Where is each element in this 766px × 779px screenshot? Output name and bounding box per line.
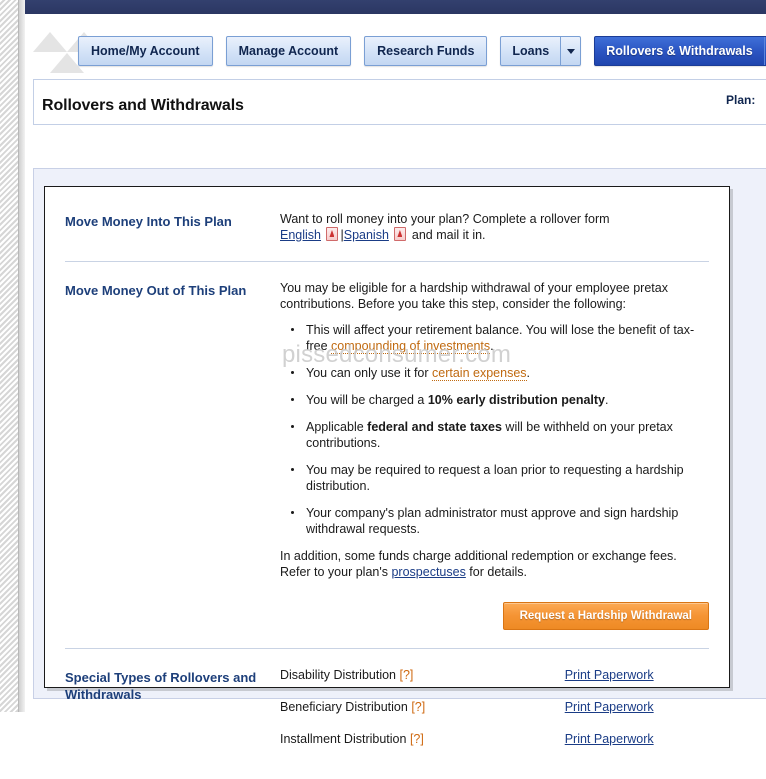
nav-tab-label: Loans (512, 44, 550, 58)
print-paperwork-link[interactable]: Print Paperwork (565, 668, 654, 682)
pdf-icon (326, 227, 339, 241)
page-title: Rollovers and Withdrawals (42, 97, 244, 114)
nav-tab-label: Rollovers & Withdrawals (606, 44, 753, 58)
app-screen: Home/My Account Manage Account Research … (0, 0, 766, 746)
section-heading-move-in: Move Money Into This Plan (65, 214, 232, 229)
section-body-move-out: You may be eligible for a hardship withd… (280, 280, 709, 580)
list-item: Applicable federal and state taxes will … (291, 419, 709, 451)
bullet-text-pre: Applicable (306, 420, 368, 434)
english-rollover-form-link[interactable]: English (280, 228, 321, 242)
hardship-considerations-list: This will affect your retirement balance… (280, 322, 709, 537)
list-item: You may be required to request a loan pr… (291, 462, 709, 494)
chevron-down-icon[interactable] (560, 37, 580, 65)
bullet-text-post: . (490, 339, 494, 353)
table-row: Beneficiary Distribution [?] Print Paper… (280, 699, 709, 731)
bullet-text-bold: 10% early distribution penalty (427, 393, 605, 407)
nav-tab-manage-account[interactable]: Manage Account (225, 36, 352, 66)
bullet-text-post: . (605, 393, 609, 407)
site-top-bar (25, 0, 766, 14)
list-item: You will be charged a 10% early distribu… (291, 392, 709, 408)
pdf-icon (394, 227, 407, 241)
section-move-money-out: Move Money Out of This Plan You may be e… (45, 262, 729, 588)
section-heading-special-types: Special Types of Rollovers and Withdrawa… (65, 670, 257, 702)
help-icon[interactable]: [?] (400, 668, 414, 682)
afternote-post: for details. (465, 565, 527, 579)
bullet-text-post: . (526, 366, 531, 380)
print-paperwork-cell: Print Paperwork (469, 731, 709, 763)
table-row: Installment Distribution [?] Print Paper… (280, 731, 709, 763)
certain-expenses-link[interactable]: certain expenses (432, 366, 527, 381)
cta-row: Request a Hardship Withdrawal (45, 588, 729, 630)
distribution-name-cell: Disability Distribution [?] (280, 667, 469, 699)
content-panel: Move Money Into This Plan Want to roll m… (44, 186, 730, 746)
section-body-move-in: Want to roll money into your plan? Compl… (280, 211, 709, 243)
list-item: You can only use it for certain expenses… (291, 365, 709, 381)
move-in-links: English |Spanish and mail it in. (280, 227, 709, 243)
distribution-name-cell: Installment Distribution [?] (280, 731, 469, 763)
special-types-table: Disability Distribution [?] Print Paperw… (280, 667, 709, 763)
chevron-up-icon (33, 32, 67, 52)
request-hardship-withdrawal-button[interactable]: Request a Hardship Withdrawal (502, 602, 709, 630)
bullet-text-pre: You will be charged a (306, 393, 428, 407)
nav-tab-home-my-account[interactable]: Home/My Account (78, 36, 213, 66)
nav-tab-loans[interactable]: Loans (500, 36, 582, 66)
table-row: Disability Distribution [?] Print Paperw… (280, 667, 709, 699)
additional-fees-note: In addition, some funds charge additiona… (280, 548, 709, 580)
section-heading-move-out: Move Money Out of This Plan (65, 283, 247, 298)
list-item: Your company's plan administrator must a… (291, 505, 709, 537)
prospectuses-link[interactable]: prospectuses (391, 565, 465, 579)
help-icon[interactable]: [?] (410, 732, 424, 746)
print-paperwork-link[interactable]: Print Paperwork (565, 732, 654, 746)
bullet-text-pre: You may be required to request a loan pr… (306, 463, 684, 493)
nav-tab-label: Manage Account (238, 44, 339, 58)
print-paperwork-cell: Print Paperwork (469, 667, 709, 699)
nav-tab-label: Research Funds (377, 44, 475, 58)
bullet-text-pre: You can only use it for (306, 366, 433, 380)
nav-tab-rollovers-withdrawals[interactable]: Rollovers & Withdrawals (594, 36, 766, 66)
section-special-types: Special Types of Rollovers and Withdrawa… (45, 649, 729, 779)
list-item: This will affect your retirement balance… (291, 322, 709, 354)
move-in-intro: Want to roll money into your plan? Compl… (280, 212, 610, 226)
spanish-rollover-form-link[interactable]: Spanish (344, 228, 389, 242)
move-in-tail: and mail it in. (408, 228, 486, 242)
distribution-name-cell: Beneficiary Distribution [?] (280, 699, 469, 731)
bullet-text-pre: Your company's plan administrator must a… (306, 506, 679, 536)
distribution-name: Disability Distribution (280, 668, 397, 682)
section-move-money-in: Move Money Into This Plan Want to roll m… (45, 187, 729, 261)
print-paperwork-cell: Print Paperwork (469, 699, 709, 731)
primary-navigation: Home/My Account Manage Account Research … (78, 36, 766, 66)
move-out-intro: You may be eligible for a hardship withd… (280, 281, 668, 311)
bullet-text-bold: federal and state taxes (367, 420, 502, 434)
distribution-name: Installment Distribution (280, 732, 407, 746)
section-body-special-types: Disability Distribution [?] Print Paperw… (280, 667, 709, 763)
browser-left-edge-strip (0, 0, 19, 712)
nav-tab-label: Home/My Account (91, 44, 200, 58)
nav-tab-research-funds[interactable]: Research Funds (364, 36, 488, 66)
plan-label: Plan: (726, 93, 756, 107)
compounding-of-investments-link[interactable]: compounding of investments (331, 339, 491, 354)
